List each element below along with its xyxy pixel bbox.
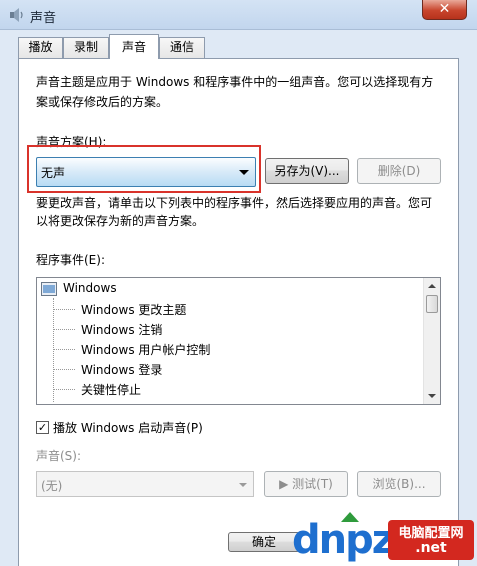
- browse-button[interactable]: 浏览(B)...: [357, 471, 441, 497]
- tree-branch: [53, 329, 75, 330]
- events-label: 程序事件(E):: [36, 253, 105, 267]
- scroll-thumb[interactable]: [426, 295, 438, 313]
- windows-group-icon: [41, 282, 57, 296]
- change-text-2: 以将更改保存为新的声音方案。: [36, 214, 205, 228]
- ok-button[interactable]: 确定: [228, 532, 300, 552]
- tab-label: 播放: [28, 40, 53, 54]
- startup-sound-checkbox[interactable]: ✓: [36, 421, 49, 434]
- program-events-list[interactable]: Windows Windows 更改主题 Windows 注销 Windows …: [36, 277, 441, 405]
- check-icon: ✓: [37, 421, 48, 434]
- watermark-badge: 电脑配置网 .net: [388, 520, 474, 560]
- tree-branch: [53, 349, 75, 350]
- tree-branch: [53, 389, 75, 390]
- tree-branch: [53, 309, 75, 310]
- tab-recording[interactable]: 录制: [63, 37, 109, 58]
- close-button[interactable]: ✕: [422, 0, 467, 20]
- sound-value: (无): [41, 479, 63, 493]
- change-text-1: 要更改声音，请单击以下列表中的程序事件，然后选择要应用的声音。您可: [36, 196, 433, 210]
- tab-sounds[interactable]: 声音: [109, 34, 159, 59]
- scroll-down-icon[interactable]: [428, 394, 436, 398]
- list-item[interactable]: Windows 更改主题: [81, 301, 186, 318]
- sound-scheme-select[interactable]: 无声: [36, 157, 256, 187]
- scheme-value: 无声: [41, 166, 66, 180]
- delete-button[interactable]: 删除(D): [357, 158, 441, 184]
- list-item[interactable]: Windows 登录: [81, 361, 162, 378]
- intro-text-2: 案或保存修改后的方案。: [36, 95, 169, 109]
- save-as-button[interactable]: 另存为(V)...: [265, 158, 349, 184]
- scroll-up-icon[interactable]: [428, 284, 436, 288]
- list-item[interactable]: Windows 用户帐户控制: [81, 341, 210, 358]
- sound-select[interactable]: (无): [36, 471, 254, 497]
- window-title: 声音: [30, 11, 57, 26]
- tree-branch: [53, 369, 75, 370]
- list-group-header[interactable]: Windows: [63, 281, 117, 295]
- close-icon: ✕: [438, 1, 451, 17]
- list-item[interactable]: Windows 注销: [81, 321, 162, 338]
- speaker-icon: [10, 8, 23, 22]
- tab-label: 录制: [73, 40, 98, 54]
- title-bar: 声音 ✕: [0, 0, 477, 30]
- list-item[interactable]: 关键性停止: [81, 381, 141, 398]
- tree-connector: [53, 298, 54, 402]
- watermark-badge-text: 电脑配置网: [398, 526, 464, 541]
- tab-label: 通信: [169, 40, 194, 54]
- list-scrollbar[interactable]: [423, 278, 440, 404]
- intro-text-1: 声音主题是应用于 Windows 和程序事件中的一组声音。您可以选择现有方: [36, 75, 434, 89]
- watermark-domain: .net: [415, 540, 447, 556]
- tab-label: 声音: [121, 40, 146, 54]
- sound-label: 声音(S):: [36, 449, 82, 463]
- chevron-down-icon: [239, 170, 249, 175]
- tab-communications[interactable]: 通信: [159, 37, 205, 58]
- test-button[interactable]: ▶ 测试(T): [264, 471, 348, 497]
- startup-sound-label: 播放 Windows 启动声音(P): [53, 421, 203, 435]
- chevron-down-icon: [239, 483, 247, 487]
- tab-playback[interactable]: 播放: [18, 37, 63, 58]
- watermark-logo: dnpz: [292, 517, 395, 563]
